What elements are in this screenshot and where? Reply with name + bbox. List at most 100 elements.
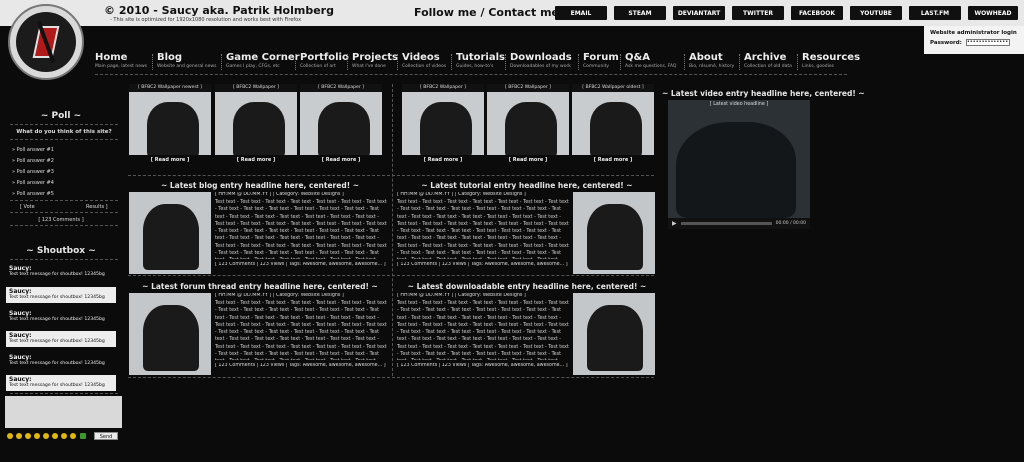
entry-footer[interactable]: [ 123 Comments | 123 Views | Tags: Aweso… — [215, 363, 389, 368]
nav-home[interactable]: Home Main page, latest news — [95, 52, 147, 69]
optimized-note: - This site is optimized for 1920x1080 r… — [110, 17, 302, 23]
entry-footer[interactable]: [ 123 Comments | 123 Views | Tags: Aweso… — [215, 262, 389, 267]
wallpaper-card[interactable]: [ BFBC2 Wallpaper ] [ Read more ] — [215, 84, 297, 166]
blog-thumbnail[interactable] — [129, 192, 211, 274]
poll-title: ~ Poll ~ — [40, 111, 82, 121]
nav-separator — [221, 54, 222, 70]
shoutbox-divider — [10, 393, 118, 394]
shout-item: Saucy: Test text message for shoutbox! 12… — [6, 331, 116, 347]
login-title: Website administrator login — [930, 30, 1017, 36]
video-seek-bar[interactable] — [680, 222, 772, 225]
smiley-icon[interactable] — [7, 433, 13, 439]
site-logo[interactable] — [8, 4, 84, 80]
thumbnail-silhouette — [143, 204, 199, 270]
password-input[interactable]: •••••••••••••• — [965, 39, 1010, 46]
tutorial-heading: ~ Latest tutorial entry headline here, c… — [421, 181, 633, 190]
nav-resources[interactable]: Resources Links, goodies — [802, 52, 860, 69]
nav-separator — [397, 54, 398, 70]
youtube-button[interactable]: YOUTUBE — [850, 6, 902, 20]
wallpaper-caption: [ BFBC2 Wallpaper newest ] — [129, 84, 211, 92]
nav-qa[interactable]: Q&A Ask me questions, FAQ — [625, 52, 676, 69]
creeper-icon[interactable] — [80, 433, 86, 439]
nav-game-corner[interactable]: Game Corner Games I play, CFGs, etc — [226, 52, 300, 69]
smiley-icon[interactable] — [52, 433, 58, 439]
wowhead-button[interactable]: WOWHEAD — [968, 6, 1018, 20]
wallpaper-card[interactable]: [ BFBC2 Wallpaper ] [ Read more ] — [487, 84, 569, 166]
wallpaper-silhouette — [318, 102, 370, 158]
poll-question: What do you think of this site? — [16, 129, 112, 135]
wallpaper-caption: [ BFBC2 Wallpaper ] — [300, 84, 382, 92]
email-button[interactable]: EMAIL — [555, 6, 607, 20]
thumbnail-silhouette — [587, 305, 643, 371]
read-more-link[interactable]: [ Read more ] — [487, 155, 569, 166]
results-button[interactable]: Results ] — [86, 204, 108, 210]
read-more-link[interactable]: [ Read more ] — [402, 155, 484, 166]
entry-footer[interactable]: [ 123 Comments | 123 Views | Tags: Aweso… — [397, 363, 571, 368]
twitter-button[interactable]: TWITTER — [732, 6, 784, 20]
wallpaper-caption: [ BFBC2 Wallpaper ] — [215, 84, 297, 92]
entry-meta: [ HH:MM @ DD.MM.YY ] | Category: Website… — [215, 192, 344, 197]
wallpaper-card[interactable]: [ BFBC2 Wallpaper newest ] [ Read more ] — [129, 84, 211, 166]
wallpaper-card[interactable]: [ BFBC2 Wallpaper ] [ Read more ] — [402, 84, 484, 166]
nav-about[interactable]: About Bio, résumé, history — [689, 52, 734, 69]
entry-body: Test text - Test text - Test text - Test… — [215, 301, 387, 360]
poll-answer[interactable]: » Poll answer #5 — [12, 191, 54, 197]
tutorial-thumbnail[interactable] — [573, 192, 655, 274]
thumbnail-silhouette — [143, 305, 199, 371]
smiley-icon[interactable] — [34, 433, 40, 439]
nav-blog[interactable]: Blog Website and general news — [157, 52, 216, 69]
entry-footer[interactable]: [ 123 Comments | 123 Views | Tags: Aweso… — [397, 262, 571, 267]
nav-separator — [347, 54, 348, 70]
admin-login-panel: Website administrator login Password: •••… — [924, 26, 1024, 54]
entry-meta: [ HH:MM @ DD.MM.YY ] | Category: Website… — [397, 192, 526, 197]
video-time: 00:00 / 00:00 — [775, 221, 806, 226]
nav-projects[interactable]: Projects What I've done — [352, 52, 398, 69]
download-thumbnail[interactable] — [573, 293, 655, 375]
shout-item: Saucy: Test text message for shoutbox! 12… — [9, 310, 105, 322]
send-button[interactable]: Send — [94, 432, 118, 440]
poll-comments-link[interactable]: [ 123 Comments ] — [6, 217, 116, 223]
video-player[interactable]: [ Latest video headline ] — [668, 100, 810, 229]
wallpaper-silhouette — [233, 102, 285, 158]
copyright-text: © 2010 - Saucy aka. Patrik Holmberg — [104, 4, 334, 17]
steam-button[interactable]: STEAM — [614, 6, 666, 20]
poll-answer[interactable]: » Poll answer #2 — [12, 158, 54, 164]
forum-thumbnail[interactable] — [129, 293, 211, 375]
vote-button[interactable]: [ Vote — [20, 204, 35, 210]
deviantart-button[interactable]: DEVIANTART — [673, 6, 725, 20]
shoutbox-title: ~ Shoutbox ~ — [26, 246, 96, 256]
read-more-link[interactable]: [ Read more ] — [215, 155, 297, 166]
wallpaper-caption: [ BFBC2 Wallpaper ] — [487, 84, 569, 92]
blog-entry: [ HH:MM @ DD.MM.YY ] | Category: Website… — [215, 192, 389, 270]
read-more-link[interactable]: [ Read more ] — [300, 155, 382, 166]
smiley-icon[interactable] — [43, 433, 49, 439]
poll-answer[interactable]: » Poll answer #4 — [12, 180, 54, 186]
shout-input[interactable] — [5, 396, 122, 428]
nav-separator — [684, 54, 685, 70]
smiley-icon[interactable] — [70, 433, 76, 439]
wallpaper-card[interactable]: [ BFBC2 Wallpaper oldest ] [ Read more ] — [572, 84, 654, 166]
poll-answer[interactable]: » Poll answer #3 — [12, 169, 54, 175]
nav-archive[interactable]: Archive Collection of old data — [744, 52, 792, 69]
read-more-link[interactable]: [ Read more ] — [572, 155, 654, 166]
nav-separator — [152, 54, 153, 70]
read-more-link[interactable]: [ Read more ] — [129, 155, 211, 166]
nav-downloads[interactable]: Downloads Downloadables of my work — [510, 52, 572, 69]
nav-forum[interactable]: Forum Community — [583, 52, 619, 69]
nav-separator — [451, 54, 452, 70]
wallpaper-card[interactable]: [ BFBC2 Wallpaper ] [ Read more ] — [300, 84, 382, 166]
nav-videos[interactable]: Videos Collection of videos — [402, 52, 446, 69]
smiley-icon[interactable] — [16, 433, 22, 439]
poll-answer[interactable]: » Poll answer #1 — [12, 147, 54, 153]
nav-tutorials[interactable]: Tutorials Guides, how-to's — [456, 52, 505, 69]
smiley-icon[interactable] — [25, 433, 31, 439]
lastfm-button[interactable]: LAST.FM — [909, 6, 961, 20]
play-icon[interactable]: ▶ — [672, 220, 677, 227]
nav-portfolio[interactable]: Portfolio Collection of art — [300, 52, 349, 69]
video-controls: ▶ 00:00 / 00:00 — [668, 218, 810, 229]
shout-item: Saucy: Test text message for shoutbox! 12… — [9, 354, 105, 366]
column-divider — [392, 84, 393, 376]
blog-heading: ~ Latest blog entry headline here, cente… — [160, 181, 360, 190]
smiley-icon[interactable] — [61, 433, 67, 439]
facebook-button[interactable]: FACEBOOK — [791, 6, 843, 20]
